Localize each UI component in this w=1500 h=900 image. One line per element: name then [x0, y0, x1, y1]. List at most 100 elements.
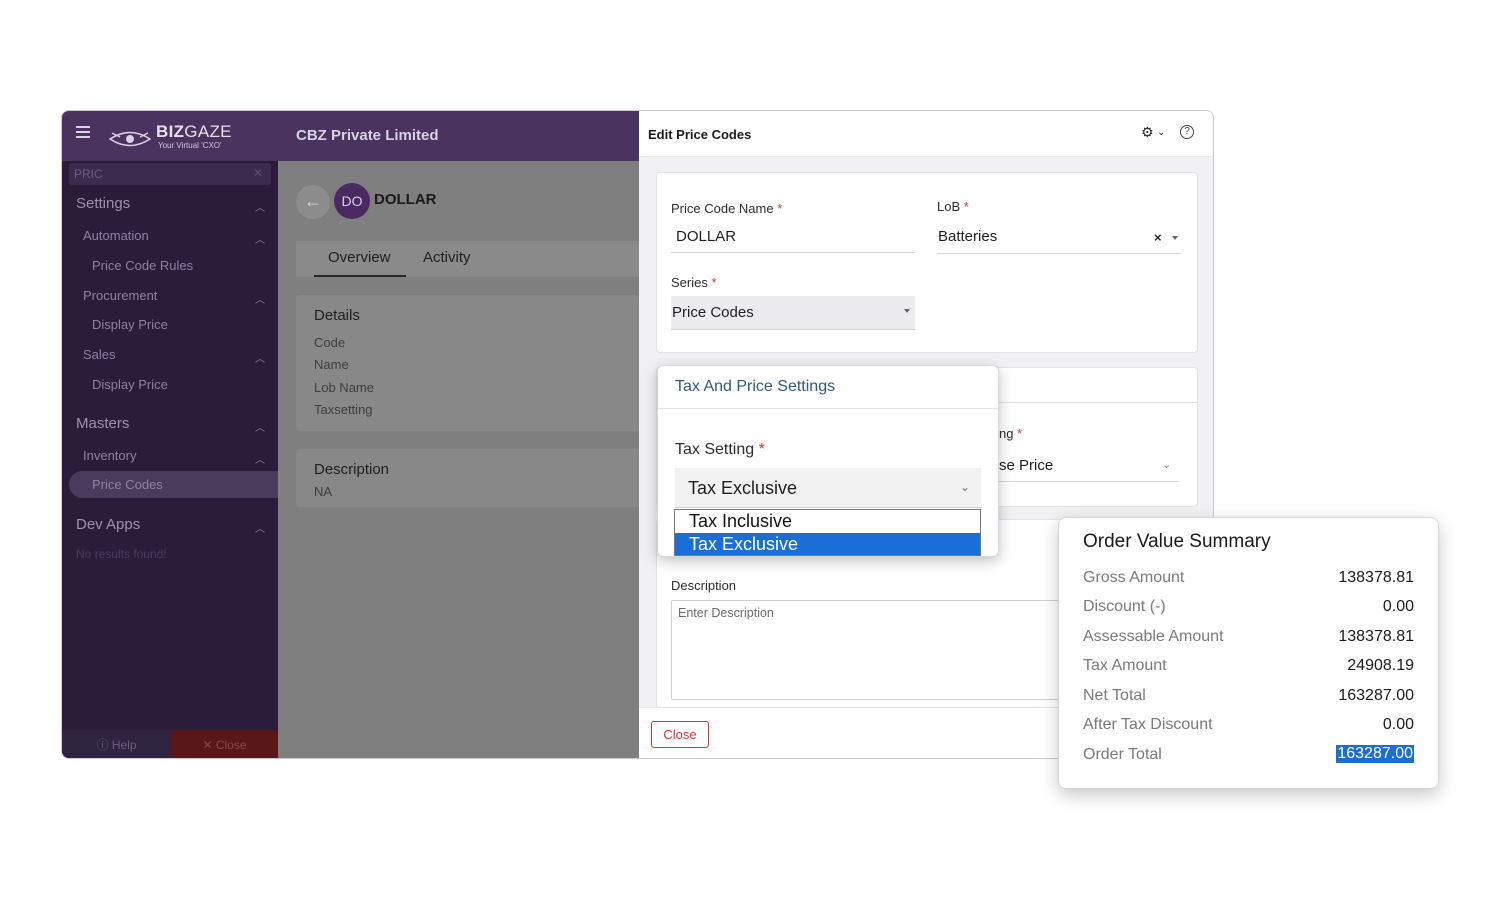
sidebar-heading-settings[interactable]: Settings	[76, 195, 130, 212]
chevron-down-icon[interactable]: ⌄	[1162, 458, 1171, 471]
summary-label: Order Total	[1083, 746, 1162, 763]
close-label: Close	[215, 738, 247, 752]
sidebar-heading-masters[interactable]: Masters	[76, 415, 129, 432]
chevron-down-icon[interactable]: ⌄	[1157, 127, 1165, 138]
detail-field: Code	[314, 335, 346, 350]
summary-value: 0.00	[1382, 598, 1414, 615]
sidebar-footer: ⓘ Help ✕ Close	[62, 730, 278, 758]
summary-label: Tax Amount	[1083, 657, 1167, 674]
brand-bold: BIZ	[156, 122, 185, 141]
input-underline	[937, 253, 1181, 254]
chevron-up-icon[interactable]: ︿	[255, 451, 265, 466]
gear-icon[interactable]: ⚙	[1141, 124, 1154, 141]
sidebar-search-value: PRIC	[74, 167, 103, 181]
clear-icon[interactable]: ✕	[253, 166, 263, 180]
record-tabs: Overview Activity	[296, 241, 639, 277]
chevron-up-icon[interactable]: ︿	[255, 231, 265, 246]
chevron-up-icon[interactable]: ︿	[255, 350, 265, 365]
sidebar-item-display-price[interactable]: Display Price	[92, 377, 168, 392]
popup-divider	[658, 408, 998, 409]
chevron-up-icon[interactable]: ︿	[255, 291, 265, 306]
detail-field: Lob Name	[314, 380, 374, 395]
input-underline	[999, 481, 1179, 482]
chevron-up-icon[interactable]: ︿	[255, 199, 265, 214]
tax-setting-dropdown: Tax Inclusive Tax Exclusive	[674, 509, 981, 556]
menu-icon[interactable]	[76, 126, 90, 138]
record-title: DOLLAR	[374, 191, 437, 208]
brand-light: GAZE	[184, 122, 232, 141]
help-icon[interactable]: ?	[1180, 125, 1194, 139]
sidebar-item-automation[interactable]: Automation	[83, 228, 149, 243]
description-card: Description NA	[296, 449, 639, 507]
summary-label: Net Total	[1083, 687, 1146, 704]
sidebar-item-sales[interactable]: Sales	[83, 347, 116, 362]
price-code-name-input[interactable]: DOLLAR	[676, 228, 736, 245]
summary-label: After Tax Discount	[1083, 716, 1213, 733]
basic-info-section: Price Code Name * DOLLAR LoB * Batteries…	[656, 172, 1198, 353]
summary-label: Gross Amount	[1083, 569, 1185, 586]
sidebar-close-button[interactable]: ✕ Close	[171, 730, 278, 758]
price-code-name-label-text: Price Code Name	[671, 201, 774, 216]
lob-select[interactable]: Batteries	[938, 228, 997, 245]
series-select[interactable]: Price Codes	[671, 296, 915, 330]
summary-value: 138378.81	[1338, 569, 1414, 586]
tab-overview[interactable]: Overview	[328, 249, 391, 266]
details-heading: Details	[314, 307, 360, 324]
lob-label: LoB *	[937, 199, 969, 214]
panel-title: Edit Price Codes	[648, 127, 752, 142]
record-view: ← DO DOLLAR Overview Activity Details Co…	[278, 161, 639, 758]
sidebar-item-price-code-rules[interactable]: Price Code Rules	[92, 258, 193, 273]
chevron-up-icon[interactable]: ︿	[255, 419, 265, 434]
logo: BIZGAZE Your Virtual 'CXO'	[108, 122, 240, 152]
app-window: PRIC ✕ Settings ︿ Automation ︿ Price Cod…	[61, 110, 1214, 759]
description-heading: Description	[314, 461, 390, 478]
description-label: Description	[671, 578, 737, 593]
tab-activity[interactable]: Activity	[423, 249, 471, 266]
sidebar-search-input[interactable]: PRIC ✕	[69, 163, 271, 185]
back-arrow-icon[interactable]: ←	[296, 185, 330, 219]
help-label: Help	[111, 738, 137, 752]
close-button[interactable]: Close	[651, 721, 709, 748]
description-placeholder: Enter Description	[678, 606, 774, 620]
summary-label: Discount (-)	[1083, 598, 1166, 615]
sidebar-item-procurement[interactable]: Procurement	[83, 288, 157, 303]
caret-down-icon[interactable]	[1172, 236, 1178, 240]
summary-value: 138378.81	[1338, 628, 1414, 645]
sidebar-item-inventory[interactable]: Inventory	[83, 448, 136, 463]
brand-name: BIZGAZE	[156, 122, 232, 142]
avatar: DO	[334, 183, 370, 219]
help-button[interactable]: ⓘ Help	[62, 730, 171, 758]
panel-header: Edit Price Codes ⚙ ⌄ ?	[639, 111, 1213, 157]
order-total-value[interactable]: 163287.00	[1336, 745, 1414, 763]
summary-value: 24908.19	[1347, 657, 1414, 674]
required-mark: *	[777, 201, 783, 216]
series-label-text: Series	[671, 275, 708, 290]
required-mark: *	[963, 199, 969, 214]
pricing-select[interactable]: se Price	[999, 457, 1053, 474]
active-tab-indicator	[314, 275, 406, 277]
summary-value: 163287.00	[1338, 687, 1414, 704]
clear-icon[interactable]: ×	[1154, 230, 1162, 245]
chevron-down-icon: ⌄	[959, 480, 970, 494]
company-name[interactable]: CBZ Private Limited	[296, 127, 439, 144]
option-tax-inclusive[interactable]: Tax Inclusive	[675, 510, 980, 532]
sidebar-item-display-price[interactable]: Display Price	[92, 317, 168, 332]
top-bar: BIZGAZE Your Virtual 'CXO' CBZ Private L…	[62, 111, 639, 161]
chevron-up-icon[interactable]: ︿	[255, 520, 265, 535]
popup-title: Tax And Price Settings	[675, 378, 836, 395]
tax-setting-value: Tax Exclusive	[688, 478, 798, 498]
summary-value: 0.00	[1382, 716, 1414, 733]
tax-setting-select[interactable]: Tax Exclusive ⌄	[675, 468, 981, 508]
order-value-summary: Order Value Summary Gross Amount 138378.…	[1058, 517, 1439, 789]
sidebar-item-price-codes[interactable]: Price Codes	[92, 477, 163, 492]
input-underline	[671, 252, 915, 253]
tax-setting-label: Tax Setting *	[675, 441, 765, 459]
no-results-text: No results found!	[76, 547, 167, 561]
caret-down-icon	[904, 309, 910, 313]
price-code-name-label: Price Code Name *	[671, 201, 782, 216]
detail-field: Taxsetting	[314, 402, 373, 417]
description-value: NA	[314, 484, 333, 499]
option-tax-exclusive[interactable]: Tax Exclusive	[675, 533, 980, 555]
sidebar-heading-dev-apps[interactable]: Dev Apps	[76, 516, 140, 533]
series-label: Series *	[671, 275, 717, 290]
